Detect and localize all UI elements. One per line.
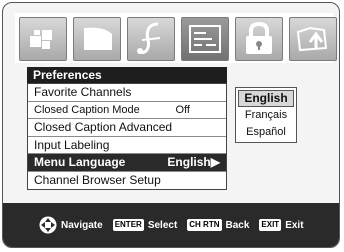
lock-icon[interactable] — [235, 17, 283, 61]
navigate-label: Navigate — [61, 219, 103, 231]
menu-item-favorite-channels[interactable]: Favorite Channels — [28, 84, 226, 102]
language-option-english[interactable]: English — [238, 90, 294, 107]
menu-item-input-labeling[interactable]: Input Labeling — [28, 137, 226, 154]
audio-icon[interactable] — [73, 17, 121, 61]
menu-item-label: Favorite Channels — [34, 85, 132, 99]
select-label: Select — [147, 219, 178, 231]
menu-item-closed-caption-advanced[interactable]: Closed Caption Advanced — [28, 119, 226, 137]
language-options-list: English Français Español — [235, 87, 297, 143]
picture-icon[interactable] — [19, 17, 67, 61]
setup-icon[interactable] — [181, 17, 229, 61]
applications-icon[interactable] — [289, 17, 337, 61]
language-option-francais[interactable]: Français — [238, 107, 294, 124]
menu-item-label: Closed Caption Mode — [34, 103, 140, 116]
help-bar-content: Navigate ENTER Select CH RTN Back EXIT E… — [39, 215, 310, 235]
panel-title: Preferences — [27, 67, 227, 83]
menu-item-channel-browser-setup[interactable]: Channel Browser Setup — [28, 172, 226, 190]
help-bar: Navigate ENTER Select CH RTN Back EXIT E… — [3, 203, 339, 247]
exit-label: Exit — [285, 219, 304, 231]
menu-item-label: Closed Caption Advanced — [34, 120, 173, 134]
menu-item-label: Menu Language — [34, 155, 126, 169]
menu-item-value: English▶ — [167, 155, 220, 169]
category-icon-bar — [15, 13, 337, 63]
music-icon[interactable] — [127, 17, 175, 61]
back-label: Back — [225, 219, 250, 231]
menu-item-menu-language[interactable]: Menu Language English▶ — [28, 154, 226, 172]
enter-key-badge: ENTER — [112, 219, 144, 231]
navigate-pad-icon — [39, 216, 57, 234]
tv-menu-screen: Preferences Favorite Channels Closed Cap… — [2, 2, 340, 248]
language-option-espanol[interactable]: Español — [238, 124, 294, 141]
menu-item-label: Input Labeling — [34, 137, 110, 152]
ch-rtn-key-badge: CH RTN — [187, 219, 222, 231]
exit-key-badge: EXIT — [259, 219, 282, 231]
menu-item-value: Off — [175, 103, 190, 116]
menu-item-label: Channel Browser Setup — [34, 172, 161, 187]
menu-item-closed-caption-mode[interactable]: Closed Caption Mode Off — [28, 102, 226, 119]
preferences-menu: Favorite Channels Closed Caption Mode Of… — [27, 83, 227, 190]
